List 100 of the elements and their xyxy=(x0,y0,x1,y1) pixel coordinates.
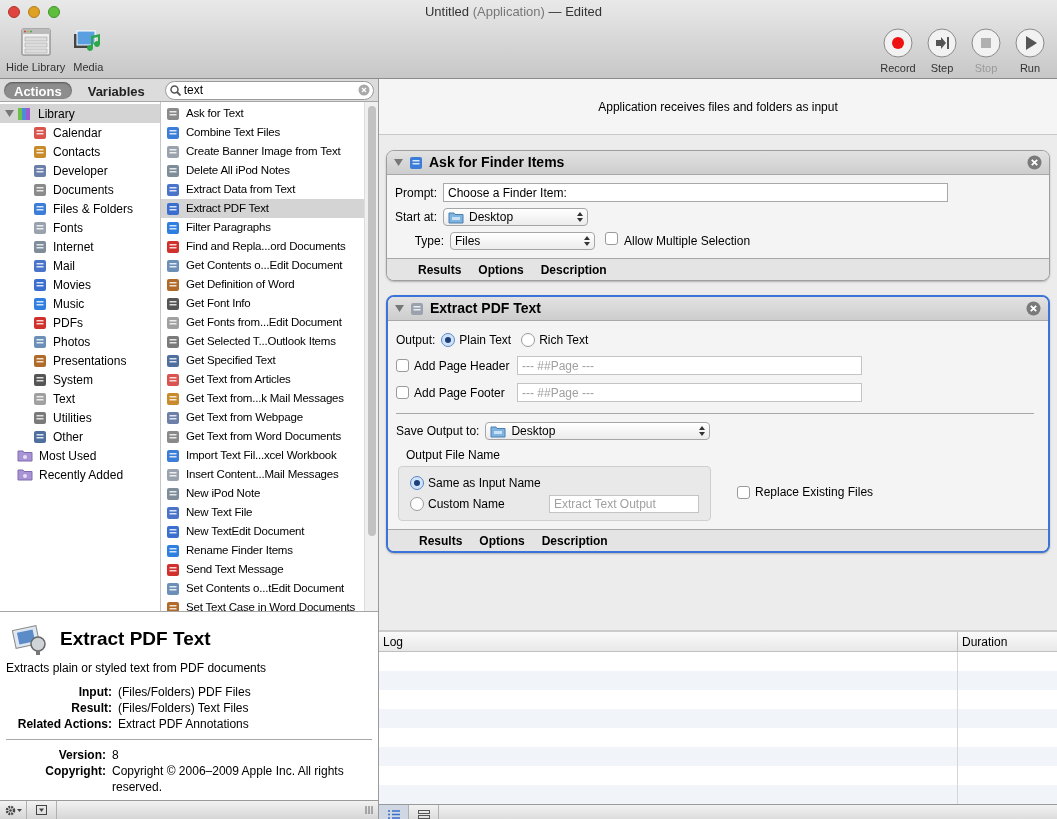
run-icon xyxy=(1015,28,1045,58)
tab[interactable]: Variables xyxy=(77,81,155,99)
category-item[interactable]: Mail xyxy=(0,256,160,275)
action-list-item[interactable]: Combine Text Files xyxy=(161,123,364,142)
radio-button[interactable] xyxy=(410,476,424,490)
smart-group-item[interactable]: Recently Added xyxy=(0,465,160,484)
popup-menu[interactable]: Files xyxy=(450,232,595,250)
category-item[interactable]: Developer xyxy=(0,161,160,180)
disclosure-triangle-icon[interactable] xyxy=(394,158,403,167)
action-list-item[interactable]: Get Definition of Word xyxy=(161,275,364,294)
disclosure-triangle-icon[interactable] xyxy=(395,304,404,313)
footer-tab[interactable]: Description xyxy=(541,531,608,550)
category-item[interactable]: Internet xyxy=(0,237,160,256)
field-label: Start at: xyxy=(395,209,438,226)
close-icon[interactable] xyxy=(1027,155,1042,170)
toolbar-button[interactable]: Record xyxy=(877,28,919,77)
category-item[interactable]: Other xyxy=(0,427,160,446)
action-list-item[interactable]: Set Text Case in Word Documents xyxy=(161,598,364,611)
category-item[interactable]: System xyxy=(0,370,160,389)
action-list-item[interactable]: Find and Repla...ord Documents xyxy=(161,237,364,256)
action-list-item[interactable]: Create Banner Image from Text xyxy=(161,142,364,161)
checkbox[interactable] xyxy=(396,386,409,399)
checkbox[interactable] xyxy=(396,359,409,372)
category-item[interactable]: Utilities xyxy=(0,408,160,427)
popup-menu[interactable]: Desktop xyxy=(485,422,711,440)
category-item[interactable]: Contacts xyxy=(0,142,160,161)
column-header[interactable]: Log xyxy=(379,632,958,651)
description-title: Extract PDF Text xyxy=(60,626,211,651)
action-list-item[interactable]: Import Text Fil...xcel Workbook xyxy=(161,446,364,465)
action-list-item[interactable]: Get Text from Articles xyxy=(161,370,364,389)
checkbox[interactable] xyxy=(737,485,750,499)
search-icon xyxy=(169,84,181,96)
zoom-window-button[interactable] xyxy=(48,6,60,18)
action-list-item[interactable]: Get Contents o...Edit Document xyxy=(161,256,364,275)
custom-name-field[interactable]: Extract Text Output xyxy=(549,495,699,513)
toolbar-button[interactable]: Step xyxy=(921,28,963,77)
category-item[interactable]: Photos xyxy=(0,332,160,351)
page-text-field[interactable]: --- ##Page --- xyxy=(517,383,862,402)
action-list-item[interactable]: Get Text from Webpage xyxy=(161,408,364,427)
library-row[interactable]: Library xyxy=(0,104,160,123)
footer-tab[interactable]: Options xyxy=(479,531,525,550)
info-label: Input: xyxy=(77,684,112,700)
action-list-item[interactable]: Filter Paragraphs xyxy=(161,218,364,237)
category-item[interactable]: Movies xyxy=(0,275,160,294)
popup-menu[interactable]: Desktop xyxy=(443,208,589,226)
caret-icon xyxy=(16,808,22,812)
column-header[interactable]: Duration xyxy=(958,632,1057,651)
category-item[interactable]: Text xyxy=(0,389,160,408)
footer-tab[interactable]: Description xyxy=(540,260,607,279)
action-icon xyxy=(166,391,180,406)
category-item[interactable]: Fonts xyxy=(0,218,160,237)
category-item[interactable]: Calendar xyxy=(0,123,160,142)
category-item[interactable]: Music xyxy=(0,294,160,313)
action-list-item[interactable]: Set Contents o...tEdit Document xyxy=(161,579,364,598)
action-list-item[interactable]: Extract PDF Text xyxy=(161,199,364,218)
action-icon xyxy=(166,353,180,368)
radio-button[interactable] xyxy=(441,333,456,347)
search-field[interactable]: text xyxy=(164,80,374,100)
action-list-item[interactable]: Get Fonts from...Edit Document xyxy=(161,313,364,332)
scrollbar[interactable] xyxy=(364,102,378,611)
action-list-item[interactable]: Rename Finder Items xyxy=(161,541,364,560)
footer-tab[interactable]: Options xyxy=(478,260,524,279)
prompt-field[interactable]: Choose a Finder Item: xyxy=(443,183,948,202)
resize-handle-icon[interactable] xyxy=(364,805,374,815)
category-item[interactable]: PDFs xyxy=(0,313,160,332)
minimize-window-button[interactable] xyxy=(28,6,40,18)
toolbar-button[interactable]: Run xyxy=(1009,28,1051,77)
action-list-item[interactable]: New TextEdit Document xyxy=(161,522,364,541)
page-text-field[interactable]: --- ##Page --- xyxy=(517,356,862,375)
close-icon[interactable] xyxy=(1026,301,1041,316)
footer-tab[interactable]: Results xyxy=(418,260,462,279)
action-list-item[interactable]: Get Text from Word Documents xyxy=(161,427,364,446)
action-list-item[interactable]: Ask for Text xyxy=(161,104,364,123)
action-list-item[interactable]: Get Font Info xyxy=(161,294,364,313)
close-window-button[interactable] xyxy=(8,6,20,18)
action-list-item[interactable]: New Text File xyxy=(161,503,364,522)
radio-button[interactable] xyxy=(410,497,424,511)
list-view-button[interactable] xyxy=(379,805,409,819)
category-item[interactable]: Documents xyxy=(0,180,160,199)
action-list-item[interactable]: Get Selected T...Outlook Items xyxy=(161,332,364,351)
smart-group-item[interactable]: Most Used xyxy=(0,446,160,465)
toolbar-button[interactable]: Hide Library xyxy=(6,28,66,76)
category-item[interactable]: Files & Folders xyxy=(0,199,160,218)
step-icon xyxy=(927,28,957,58)
action-list-item[interactable]: New iPod Note xyxy=(161,484,364,503)
action-list-item[interactable]: Extract Data from Text xyxy=(161,180,364,199)
action-list-item[interactable]: Send Text Message xyxy=(161,560,364,579)
clear-icon[interactable] xyxy=(358,84,370,96)
action-list-item[interactable]: Get Text from...k Mail Messages xyxy=(161,389,364,408)
toolbar-button[interactable]: Media xyxy=(73,28,104,76)
action-list-item[interactable]: Get Specified Text xyxy=(161,351,364,370)
action-list-item[interactable]: Delete All iPod Notes xyxy=(161,161,364,180)
disclosure-triangle-icon[interactable] xyxy=(5,109,14,118)
checkbox[interactable] xyxy=(605,232,618,245)
category-item[interactable]: Presentations xyxy=(0,351,160,370)
category-icon xyxy=(33,220,47,235)
action-list-item[interactable]: Insert Content...Mail Messages xyxy=(161,465,364,484)
footer-tab[interactable]: Results xyxy=(419,531,463,550)
radio-button[interactable] xyxy=(521,333,536,347)
action-icon xyxy=(166,505,180,520)
